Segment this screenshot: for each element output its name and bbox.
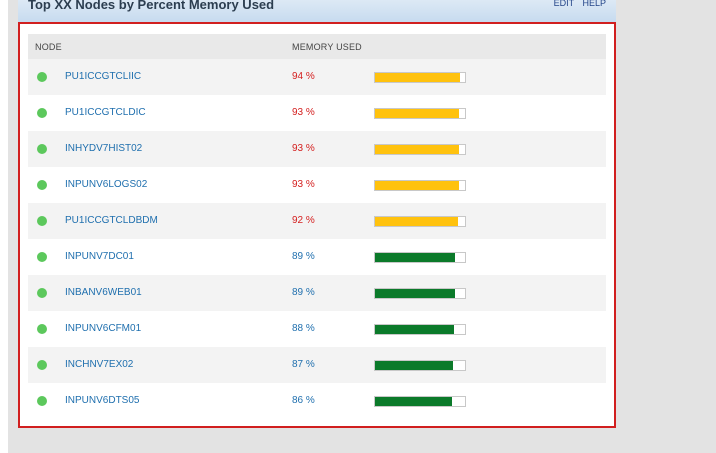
node-name-link[interactable]: INPUNV6LOGS02: [65, 179, 147, 190]
memory-usage-bar: [374, 252, 466, 263]
node-status-up-icon: [37, 144, 47, 154]
memory-usage-bar-fill: [375, 397, 453, 406]
table-row: INPUNV6LOGS02 93 %: [28, 167, 606, 203]
node-status-up-icon: [37, 180, 47, 190]
node-status-up-icon: [37, 216, 47, 226]
memory-percent-value: 89 %: [292, 287, 315, 298]
node-status-up-icon: [37, 324, 47, 334]
node-status-up-icon: [37, 288, 47, 298]
nodes-table: NODE MEMORY USED PU1ICCGTCLIIC 94 % PU1ICC…: [28, 34, 606, 419]
column-header-node: NODE: [35, 42, 62, 52]
node-status-up-icon: [37, 360, 47, 370]
table-rows: PU1ICCGTCLIIC 94 % PU1ICCGTCLDIC 93 % INHYDV…: [28, 59, 606, 419]
memory-usage-bar-fill: [375, 361, 454, 370]
memory-percent-value: 87 %: [292, 359, 315, 370]
memory-usage-bar-fill: [375, 253, 456, 262]
node-name-link[interactable]: INPUNV6CFM01: [65, 323, 141, 334]
column-header-memory: MEMORY USED: [292, 42, 362, 52]
memory-usage-bar: [374, 72, 466, 83]
top-nodes-memory-widget: Top XX Nodes by Percent Memory Used EDIT…: [18, 0, 616, 428]
table-row: INCHNV7EX02 87 %: [28, 347, 606, 383]
node-status-up-icon: [37, 72, 47, 82]
memory-usage-bar: [374, 324, 466, 335]
memory-percent-value: 88 %: [292, 323, 315, 334]
widget-body: NODE MEMORY USED PU1ICCGTCLIIC 94 % PU1ICC…: [18, 22, 616, 428]
node-name-link[interactable]: PU1ICCGTCLIIC: [65, 71, 141, 82]
table-row: PU1ICCGTCLDBDM 92 %: [28, 203, 606, 239]
memory-percent-value: 92 %: [292, 215, 315, 226]
edit-link[interactable]: EDIT: [554, 0, 574, 8]
memory-percent-value: 89 %: [292, 251, 315, 262]
memory-usage-bar-fill: [375, 73, 460, 82]
memory-percent-value: 93 %: [292, 179, 315, 190]
table-row: PU1ICCGTCLIIC 94 %: [28, 59, 606, 95]
memory-usage-bar-fill: [375, 181, 459, 190]
memory-usage-bar: [374, 360, 466, 371]
help-link[interactable]: HELP: [582, 0, 606, 8]
node-status-up-icon: [37, 108, 47, 118]
node-status-up-icon: [37, 396, 47, 406]
table-row: PU1ICCGTCLDIC 93 %: [28, 95, 606, 131]
memory-usage-bar-fill: [375, 217, 458, 226]
widget-title: Top XX Nodes by Percent Memory Used: [28, 0, 275, 12]
node-name-link[interactable]: INBANV6WEB01: [65, 287, 142, 298]
table-header: NODE MEMORY USED: [28, 34, 606, 59]
memory-percent-value: 93 %: [292, 107, 315, 118]
memory-usage-bar: [374, 180, 466, 191]
widget-header: Top XX Nodes by Percent Memory Used EDIT…: [18, 0, 616, 22]
node-status-up-icon: [37, 252, 47, 262]
node-name-link[interactable]: PU1ICCGTCLDBDM: [65, 215, 158, 226]
header-links: EDIT HELP: [548, 0, 606, 8]
memory-percent-value: 93 %: [292, 143, 315, 154]
memory-usage-bar-fill: [375, 325, 455, 334]
memory-usage-bar-fill: [375, 145, 459, 154]
memory-usage-bar: [374, 216, 466, 227]
memory-usage-bar: [374, 288, 466, 299]
memory-usage-bar: [374, 144, 466, 155]
memory-usage-bar: [374, 396, 466, 407]
node-name-link[interactable]: INCHNV7EX02: [65, 359, 133, 370]
memory-usage-bar: [374, 108, 466, 119]
table-row: INPUNV7DC01 89 %: [28, 239, 606, 275]
table-row: INPUNV6CFM01 88 %: [28, 311, 606, 347]
memory-percent-value: 86 %: [292, 395, 315, 406]
node-name-link[interactable]: INPUNV6DTS05: [65, 395, 139, 406]
node-name-link[interactable]: INHYDV7HIST02: [65, 143, 142, 154]
table-row: INPUNV6DTS05 86 %: [28, 383, 606, 419]
node-name-link[interactable]: PU1ICCGTCLDIC: [65, 107, 146, 118]
table-row: INBANV6WEB01 89 %: [28, 275, 606, 311]
node-name-link[interactable]: INPUNV7DC01: [65, 251, 134, 262]
memory-usage-bar-fill: [375, 289, 456, 298]
memory-usage-bar-fill: [375, 109, 459, 118]
table-row: INHYDV7HIST02 93 %: [28, 131, 606, 167]
memory-percent-value: 94 %: [292, 71, 315, 82]
